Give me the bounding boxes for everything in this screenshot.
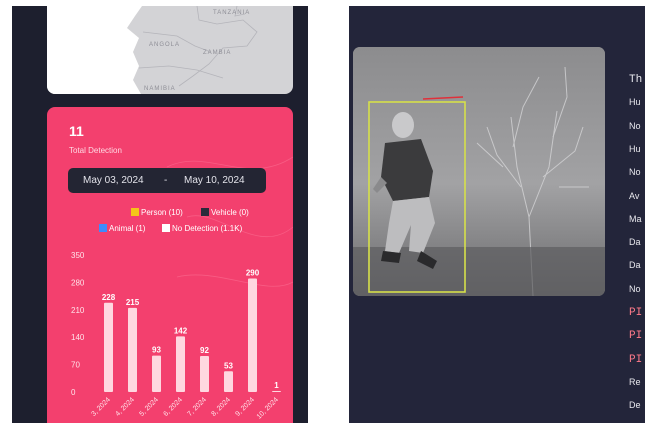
legend-label: Person (10) xyxy=(141,208,183,217)
detail-line: Th xyxy=(629,74,643,86)
x-tick-label: 3, 2024 xyxy=(90,396,112,418)
date-separator: - xyxy=(164,175,168,186)
date-end[interactable]: May 10, 2024 xyxy=(184,175,245,186)
bar xyxy=(152,355,161,392)
date-range-picker[interactable]: May 03, 2024 - May 10, 2024 xyxy=(68,168,266,193)
data-label: 92 xyxy=(200,346,209,355)
detail-line: No xyxy=(629,120,641,131)
data-label: 142 xyxy=(174,326,188,335)
map-background xyxy=(47,6,258,94)
data-label: 228 xyxy=(102,293,116,302)
y-tick-label: 280 xyxy=(71,278,85,287)
detail-line: PI xyxy=(629,307,643,319)
detail-line: De xyxy=(629,400,641,411)
detail-line: Da xyxy=(629,237,641,248)
x-tick-label: 9, 2024 xyxy=(234,396,256,418)
detail-line: Av xyxy=(629,190,640,201)
detail-line: Re xyxy=(629,376,641,387)
border-line xyxy=(178,6,258,87)
detail-line: No xyxy=(629,283,641,294)
data-label: 1 xyxy=(274,381,279,390)
detail-line: Da xyxy=(629,260,641,271)
legend-swatch xyxy=(131,208,139,216)
bar xyxy=(176,336,185,392)
y-tick-label: 350 xyxy=(71,251,85,260)
bar xyxy=(224,371,233,392)
legend-label: Animal (1) xyxy=(109,224,146,233)
date-start[interactable]: May 03, 2024 xyxy=(83,175,144,186)
legend-label: Vehicle (0) xyxy=(211,208,249,217)
x-tick-label: 8, 2024 xyxy=(210,396,232,418)
x-tick-label: 6, 2024 xyxy=(162,396,184,418)
legend-label: No Detection (1.1K) xyxy=(172,224,243,233)
map-label: ANGOLA xyxy=(149,42,181,48)
legend-person[interactable]: Person (10) xyxy=(131,208,183,217)
detection-summary-card: 11 Total Detection May 03, 2024 - May 10… xyxy=(47,107,293,423)
ocean-area xyxy=(47,6,142,94)
bar xyxy=(200,355,209,392)
legend-no-detection[interactable]: No Detection (1.1K) xyxy=(162,224,242,233)
map-label: NAMIBIA xyxy=(144,86,176,92)
location-map[interactable]: TANZANIA ANGOLA ZAMBIA NAMIBIA xyxy=(47,6,293,94)
border-line xyxy=(138,65,224,79)
bar xyxy=(104,302,113,392)
x-tick-label: 5, 2024 xyxy=(138,396,160,418)
detection-bar-chart: 0 70 140 210 280 350 228 3, 2024 215 4, 2024 93 5, … xyxy=(71,251,281,421)
bar xyxy=(128,307,137,392)
legend-swatch xyxy=(99,224,107,232)
y-tick-label: 70 xyxy=(71,361,80,370)
y-tick-label: 210 xyxy=(71,306,85,315)
y-tick-label: 0 xyxy=(71,388,76,397)
legend-vehicle[interactable]: Vehicle (0) xyxy=(201,208,249,217)
detail-line: PI xyxy=(629,353,643,366)
data-label: 215 xyxy=(126,298,140,307)
detail-line: Ma xyxy=(629,213,642,224)
detail-line: No xyxy=(629,167,641,178)
legend-swatch xyxy=(162,224,170,232)
data-label: 93 xyxy=(152,346,161,355)
map-label: ZAMBIA xyxy=(203,50,232,56)
data-label: 290 xyxy=(246,268,260,277)
map-label: TANZANIA xyxy=(213,10,251,16)
detail-line: PI xyxy=(629,330,643,343)
detail-line: Hu xyxy=(629,97,641,108)
x-tick-label: 7, 2024 xyxy=(186,396,208,418)
detection-detail-panel: Th Hu No Hu No Av Ma Da Da No PI PI PI Re De xyxy=(349,6,645,423)
detail-line: Hu xyxy=(629,143,641,154)
data-label: 53 xyxy=(224,361,233,370)
total-detection-count: 11 xyxy=(69,123,84,139)
bar xyxy=(248,278,257,392)
detection-sidebar: TANZANIA ANGOLA ZAMBIA NAMIBIA 11 Total … xyxy=(12,6,308,423)
x-tick-label: 10, 2024 xyxy=(256,396,280,420)
bar xyxy=(272,391,281,392)
legend-swatch xyxy=(201,208,209,216)
x-tick-label: 4, 2024 xyxy=(114,396,136,418)
total-detection-label: Total Detection xyxy=(69,146,122,155)
legend-animal[interactable]: Animal (1) xyxy=(99,224,145,233)
camera-trap-image[interactable] xyxy=(353,47,605,296)
y-tick-label: 140 xyxy=(71,333,85,342)
camera-photo xyxy=(353,47,605,296)
